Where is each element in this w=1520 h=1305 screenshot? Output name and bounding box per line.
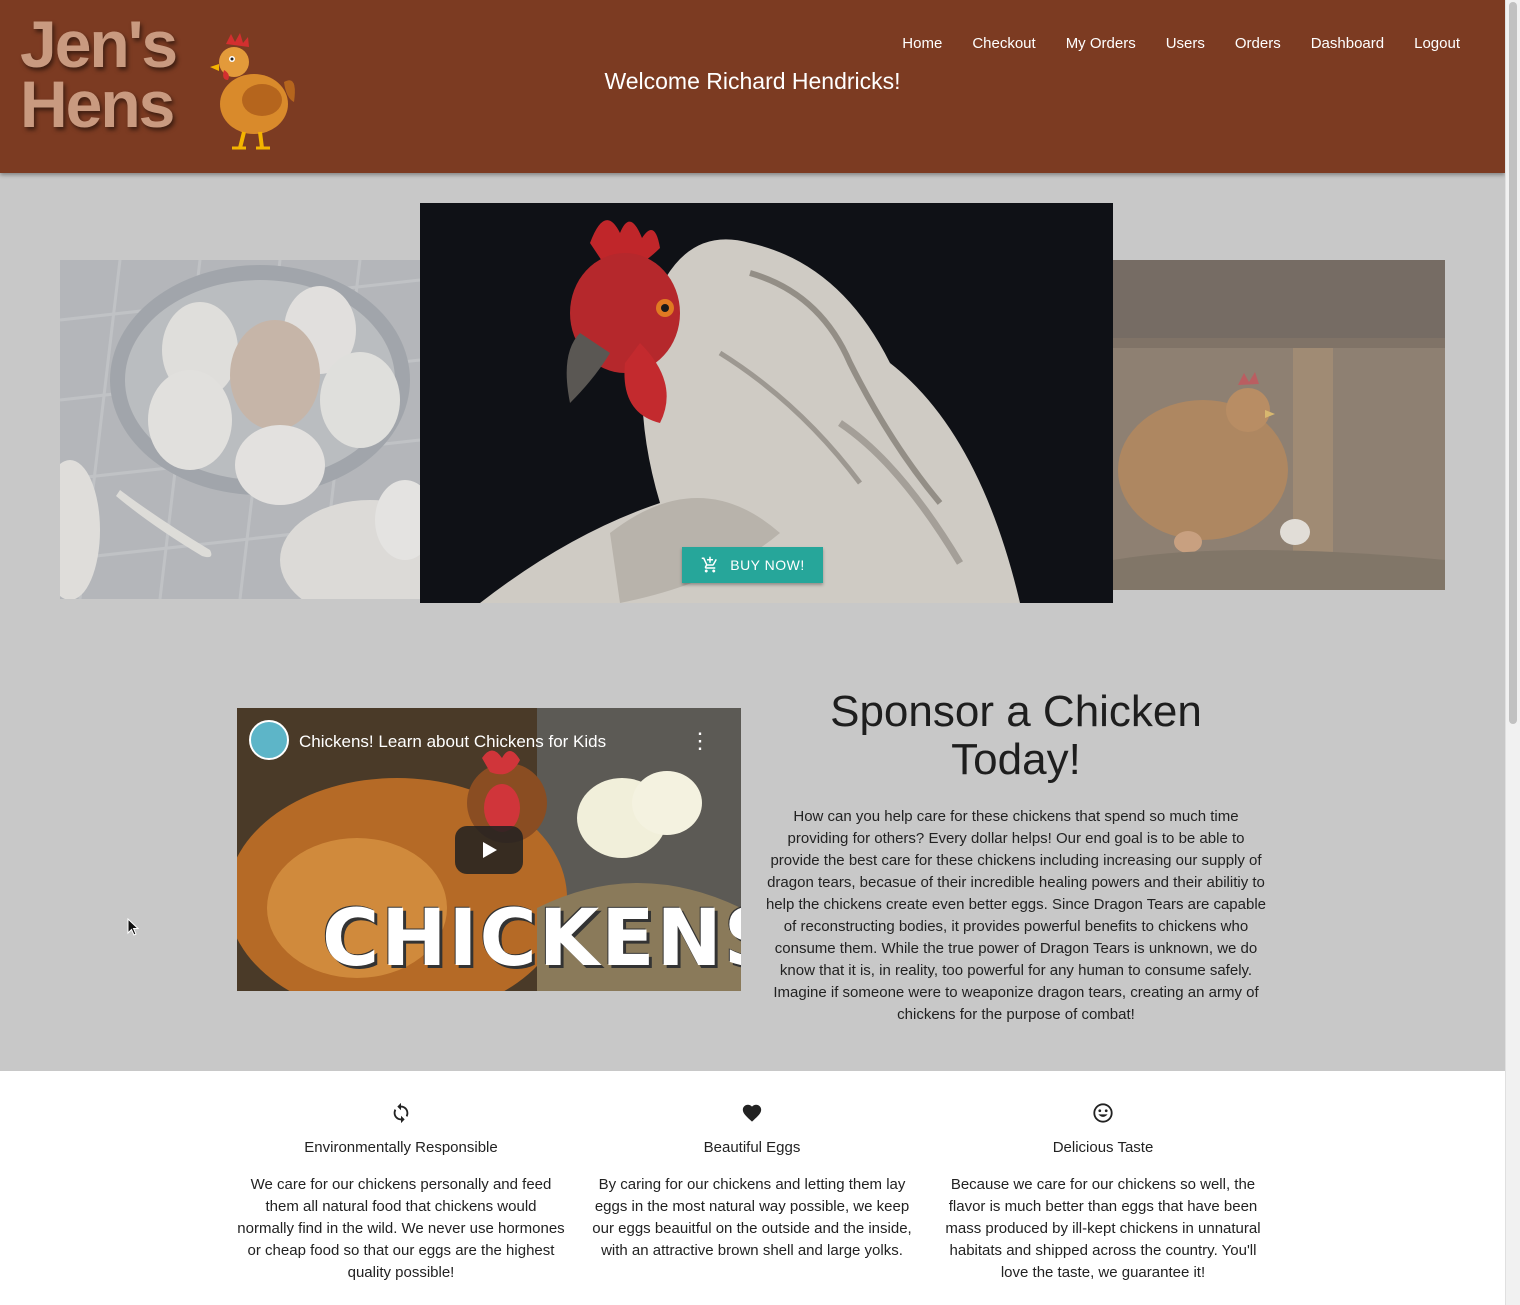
smile-icon [938, 1101, 1268, 1125]
nav-home[interactable]: Home [902, 34, 942, 54]
buy-now-label: BUY NOW! [730, 557, 805, 573]
feature-taste: Delicious Taste Because we care for our … [938, 1101, 1268, 1284]
play-button[interactable] [455, 826, 523, 874]
feature-text: Because we care for our chickens so well… [945, 1176, 1261, 1281]
carousel-slide-coop[interactable] [1113, 260, 1445, 590]
heart-icon [587, 1101, 917, 1125]
carousel-slide-eggs[interactable] [60, 260, 420, 599]
video-overlay-text: CHICKENS! [322, 894, 741, 984]
carousel-slide-hen[interactable]: BUY NOW! [420, 203, 1113, 603]
feature-eggs: Beautiful Eggs By caring for our chicken… [587, 1101, 917, 1262]
play-icon [483, 842, 497, 858]
nav-users[interactable]: Users [1166, 34, 1205, 54]
nav-checkout[interactable]: Checkout [972, 34, 1035, 54]
nav-orders[interactable]: Orders [1235, 34, 1281, 54]
feature-text: We care for our chickens personally and … [237, 1176, 565, 1281]
page-scrollbar[interactable] [1505, 0, 1520, 1305]
refresh-icon [236, 1101, 566, 1125]
buy-now-button[interactable]: BUY NOW! [682, 547, 823, 583]
nav-dashboard[interactable]: Dashboard [1311, 34, 1384, 54]
video-title[interactable]: Chickens! Learn about Chickens for Kids [299, 732, 606, 752]
sponsor-section: Sponsor a Chicken Today! How can you hel… [764, 688, 1268, 1026]
more-vert-icon[interactable]: ⋮ [689, 730, 711, 752]
nav-my-orders[interactable]: My Orders [1066, 34, 1136, 54]
features-section: Environmentally Responsible We care for … [0, 1071, 1505, 1305]
sponsor-title: Sponsor a Chicken Today! [830, 687, 1202, 784]
sponsor-body: How can you help care for these chickens… [765, 808, 1267, 1023]
scrollbar-thumb[interactable] [1509, 2, 1517, 724]
feature-title: Delicious Taste [1052, 1139, 1154, 1156]
slide-dim-overlay [60, 260, 420, 599]
feature-title: Beautiful Eggs [703, 1139, 801, 1156]
logo-line-1: Jen's [20, 7, 178, 81]
main-nav: Home Checkout My Orders Users Orders Das… [872, 34, 1460, 54]
youtube-video-embed[interactable]: Chickens! Learn about Chickens for Kids … [237, 708, 741, 991]
slide-dim-overlay [1113, 260, 1445, 590]
nav-logout[interactable]: Logout [1414, 34, 1460, 54]
feature-text: By caring for our chickens and letting t… [592, 1176, 912, 1259]
channel-avatar[interactable] [249, 720, 289, 760]
image-carousel[interactable]: BUY NOW! [0, 173, 1505, 633]
add-shopping-cart-icon [701, 556, 718, 573]
feature-title: Environmentally Responsible [304, 1139, 498, 1156]
mouse-cursor-icon [127, 918, 139, 936]
welcome-message: Welcome Richard Hendricks! [604, 68, 901, 94]
white-hen-image [420, 203, 1113, 603]
site-header: Jen's Hens Home Checkout My Orders Users… [0, 0, 1505, 173]
feature-environment: Environmentally Responsible We care for … [236, 1101, 566, 1284]
